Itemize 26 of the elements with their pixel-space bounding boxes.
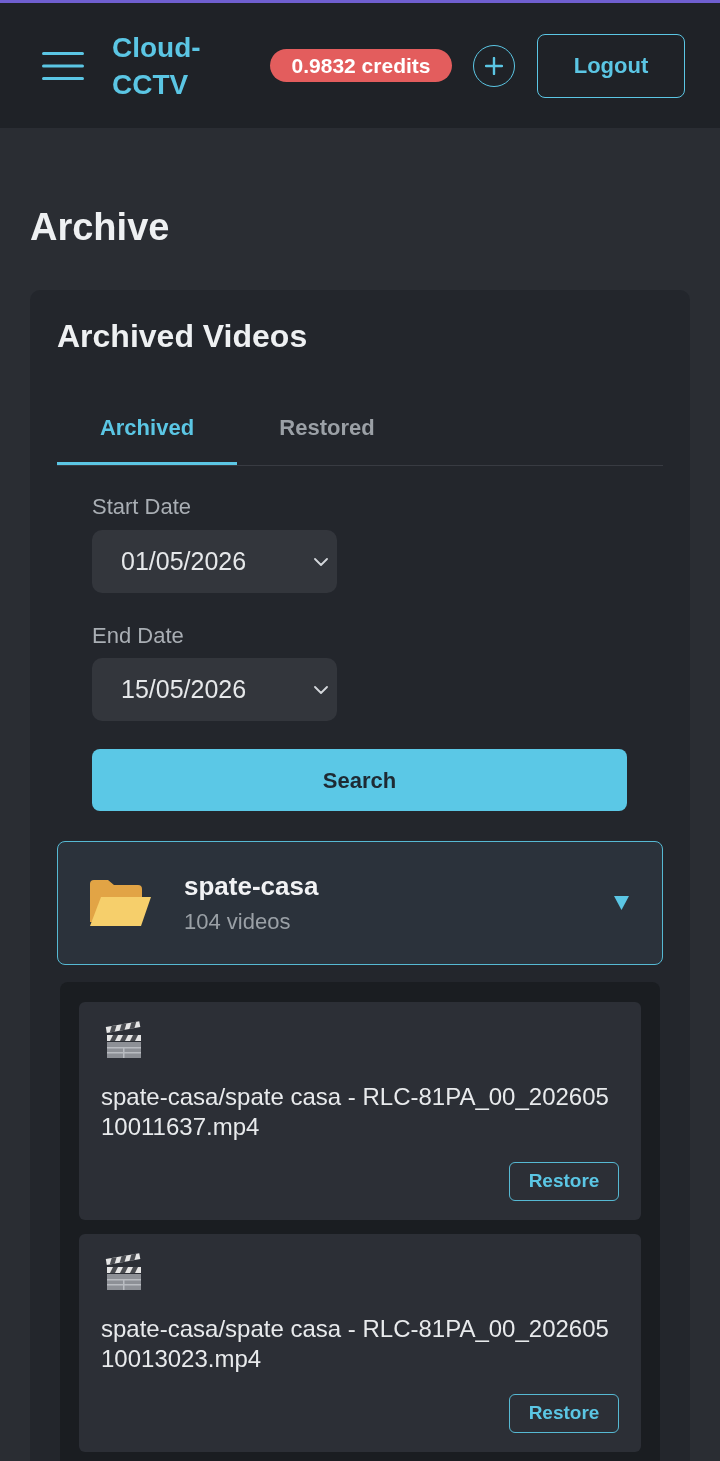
tab[interactable]: Restored	[237, 393, 417, 465]
video-count: 104 videos	[184, 908, 291, 936]
chevron-down-icon	[314, 557, 328, 566]
page-title: Archive	[30, 205, 170, 250]
plus-icon	[485, 56, 503, 75]
video-filename: spate-casa/spate casa - RLC-81PA_00_20260510013023.mp4	[101, 1314, 610, 1374]
folder-row[interactable]: spate-casa 104 videos	[57, 841, 663, 965]
folder-name: spate-casa	[184, 870, 319, 902]
chevron-down-icon	[314, 685, 328, 694]
logout-button[interactable]: Logout	[537, 33, 685, 98]
tab[interactable]: Archived	[57, 393, 237, 465]
field-label: End Date	[92, 623, 184, 649]
date-select[interactable]: 01/05/2026	[92, 530, 337, 593]
clapperboard-icon	[104, 1020, 144, 1060]
video-filename: spate-casa/spate casa - RLC-81PA_00_20260510011637.mp4	[101, 1082, 610, 1142]
folder-icon	[88, 878, 152, 928]
restore-button[interactable]: Restore	[509, 1162, 619, 1201]
card-title: Archived Videos	[57, 317, 308, 356]
field-label: Start Date	[92, 494, 192, 520]
date-select[interactable]: 15/05/2026	[92, 658, 337, 721]
clapperboard-icon	[104, 1252, 144, 1292]
search-button[interactable]: Search	[92, 749, 627, 811]
credits-badge: 0.9832 credits	[270, 49, 452, 82]
restore-button[interactable]: Restore	[509, 1394, 619, 1433]
menu-icon[interactable]	[42, 51, 84, 80]
app-logo[interactable]: Cloud-CCTV	[112, 28, 222, 103]
